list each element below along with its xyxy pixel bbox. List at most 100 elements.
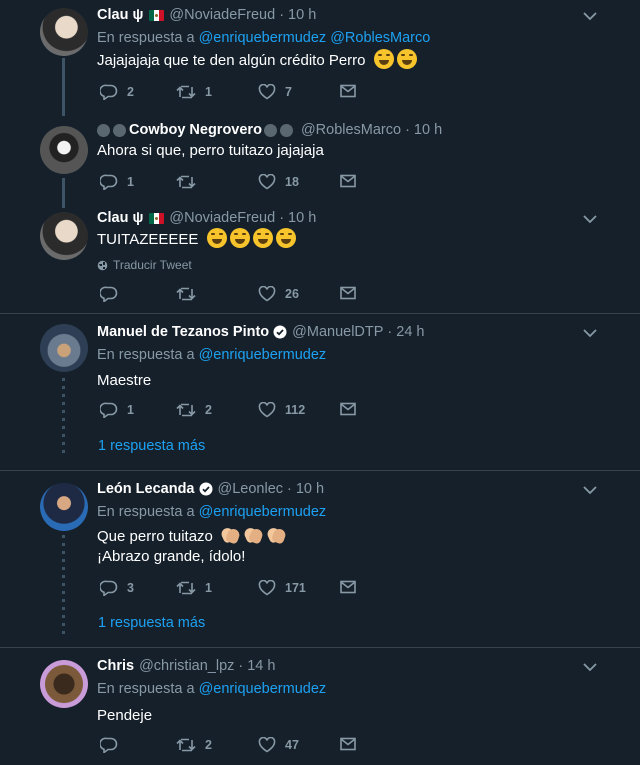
mention-link[interactable]: @enriquebermudez — [199, 504, 327, 520]
retweet-button[interactable]: 1 — [176, 580, 212, 596]
like-button[interactable]: 112 — [258, 402, 305, 418]
avatar[interactable] — [40, 324, 88, 372]
reply-button[interactable] — [100, 737, 127, 753]
tweet-actions: 2 1 7 — [100, 84, 360, 104]
like-button[interactable]: 26 — [258, 286, 299, 302]
reply-icon — [100, 84, 118, 100]
dm-button[interactable] — [340, 402, 356, 416]
user-handle[interactable]: @christian_lpz — [139, 658, 234, 674]
avatar[interactable] — [40, 212, 88, 260]
envelope-icon — [340, 84, 356, 98]
clapping-hands-emoji — [220, 526, 240, 544]
display-name[interactable]: Chris — [97, 658, 134, 674]
like-count: 112 — [285, 403, 306, 417]
tweet[interactable]: León Lecanda @Leonlec · 10 h En respuest… — [0, 471, 640, 647]
chevron-down-icon[interactable] — [583, 11, 597, 21]
retweet-icon — [176, 738, 196, 752]
verified-badge-icon — [273, 325, 287, 339]
retweet-button[interactable]: 1 — [176, 84, 212, 100]
reply-button[interactable]: 1 — [100, 402, 134, 418]
timestamp[interactable]: 10 h — [414, 122, 442, 138]
like-count: 47 — [285, 738, 299, 752]
mention-link[interactable]: @RoblesMarco — [330, 30, 430, 46]
tweet-actions: 1 2 112 — [100, 402, 360, 422]
display-name[interactable]: Clau ψ — [97, 210, 143, 226]
timestamp[interactable]: 14 h — [247, 658, 275, 674]
tweet[interactable]: Clau ψ @NoviadeFreud · 10 h TUITAZEEEEE … — [0, 208, 640, 312]
reply-button[interactable]: 1 — [100, 174, 134, 190]
retweet-icon — [176, 403, 196, 417]
timestamp[interactable]: 10 h — [296, 481, 324, 497]
display-name[interactable]: León Lecanda — [97, 481, 195, 497]
user-handle[interactable]: @NoviadeFreud — [169, 7, 275, 23]
timestamp[interactable]: 10 h — [288, 210, 316, 226]
envelope-icon — [340, 737, 356, 751]
mention-link[interactable]: @enriquebermudez — [199, 347, 327, 363]
reply-count: 1 — [127, 403, 134, 417]
avatar[interactable] — [40, 483, 88, 531]
tweet-text: Ahora si que, perro tuitazo jajajaja — [97, 142, 324, 159]
heart-icon — [258, 402, 276, 418]
timestamp[interactable]: 10 h — [288, 7, 316, 23]
reply-context: En respuesta a @enriquebermudez — [97, 347, 326, 363]
translate-label[interactable]: Traducir Tweet — [113, 258, 192, 272]
user-handle[interactable]: @ManuelDTP — [292, 324, 383, 340]
reply-icon — [100, 286, 118, 302]
display-name[interactable]: Cowboy Negrovero — [129, 122, 262, 138]
user-handle[interactable]: @Leonlec — [218, 481, 284, 497]
tweet-text-content: TUITAZEEEEE — [97, 231, 199, 248]
retweet-icon — [176, 581, 196, 595]
chevron-down-icon[interactable] — [583, 485, 597, 495]
verified-badge-icon — [199, 482, 212, 496]
retweet-button[interactable]: 2 — [176, 402, 212, 418]
dm-button[interactable] — [340, 286, 356, 300]
tweet[interactable]: Manuel de Tezanos Pinto @ManuelDTP · 24 … — [0, 314, 640, 470]
tweet[interactable]: Clau ψ @NoviadeFreud · 10 h En respuesta… — [0, 0, 640, 118]
show-more-replies-link[interactable]: 1 respuesta más — [98, 615, 205, 631]
reply-button[interactable]: 2 — [100, 84, 134, 100]
like-count: 171 — [285, 581, 306, 595]
reply-button[interactable] — [100, 286, 127, 302]
reply-prefix: En respuesta a — [97, 30, 195, 46]
like-button[interactable]: 7 — [258, 84, 292, 100]
display-name[interactable]: Clau ψ — [97, 7, 143, 23]
reply-prefix: En respuesta a — [97, 681, 195, 697]
retweet-button[interactable] — [176, 286, 205, 302]
reply-context: En respuesta a @enriquebermudez @RoblesM… — [97, 30, 430, 46]
tweet-text: Que perro tuitazo — [97, 526, 289, 548]
chevron-down-icon[interactable] — [583, 662, 597, 672]
translate-link[interactable]: Traducir Tweet — [97, 258, 192, 272]
avatar[interactable] — [40, 8, 88, 56]
tweet-actions: 1 18 — [100, 174, 360, 194]
tweet-actions: 3 1 171 — [100, 580, 360, 600]
laughing-emoji — [229, 228, 250, 248]
dm-button[interactable] — [340, 737, 356, 751]
like-button[interactable]: 18 — [258, 174, 299, 190]
timestamp[interactable]: 24 h — [396, 324, 424, 340]
mention-link[interactable]: @enriquebermudez — [199, 30, 327, 46]
tweet[interactable]: Chris @christian_lpz · 14 h En respuesta… — [0, 648, 640, 765]
avatar[interactable] — [40, 126, 88, 174]
tweet[interactable]: Cowboy Negrovero @RoblesMarco · 10 h Aho… — [0, 118, 640, 208]
user-handle[interactable]: @RoblesMarco — [301, 122, 401, 138]
like-button[interactable]: 171 — [258, 580, 306, 596]
heart-icon — [258, 580, 276, 596]
chevron-down-icon[interactable] — [583, 214, 597, 224]
show-more-replies-link[interactable]: 1 respuesta más — [98, 438, 205, 454]
reply-context: En respuesta a @enriquebermudez — [97, 504, 326, 520]
reply-button[interactable]: 3 — [100, 580, 134, 596]
avatar[interactable] — [40, 660, 88, 708]
user-handle[interactable]: @NoviadeFreud — [169, 210, 275, 226]
like-button[interactable]: 47 — [258, 737, 299, 753]
mexico-flag-icon — [149, 9, 165, 21]
heart-icon — [258, 286, 276, 302]
chevron-down-icon[interactable] — [583, 328, 597, 338]
retweet-button[interactable]: 2 — [176, 737, 212, 753]
dm-button[interactable] — [340, 580, 356, 594]
dm-button[interactable] — [340, 174, 356, 188]
display-name[interactable]: Manuel de Tezanos Pinto — [97, 324, 269, 340]
retweet-button[interactable] — [176, 174, 205, 190]
clapping-hands-emoji — [266, 526, 286, 544]
mention-link[interactable]: @enriquebermudez — [199, 681, 327, 697]
dm-button[interactable] — [340, 84, 356, 98]
